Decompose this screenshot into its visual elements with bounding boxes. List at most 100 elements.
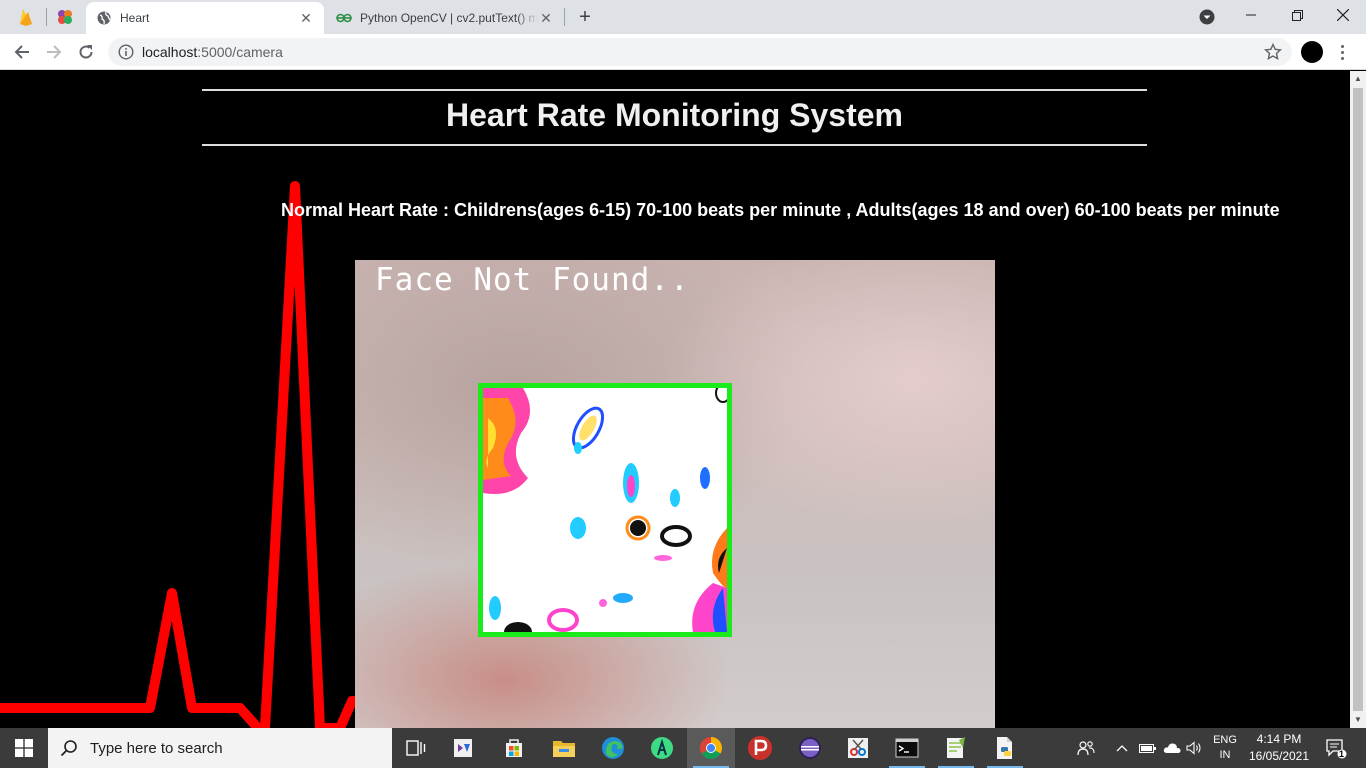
url-path: :5000/camera [197,44,283,60]
edge-icon [602,737,624,759]
speaker-icon [1186,741,1201,755]
task-view-button[interactable] [392,728,440,768]
taskbar-search[interactable]: Type here to search [48,728,392,768]
region-code: IN [1219,749,1231,761]
start-button[interactable] [0,728,48,768]
snipping-tool-icon [848,738,868,758]
clock-date: 16/05/2021 [1248,749,1310,763]
task-view-icon [406,740,426,756]
notepad-plus-icon [947,737,965,758]
taskbar-app-python[interactable] [981,728,1029,768]
battery-button[interactable] [1137,728,1159,768]
clock-time: 4:14 PM [1256,732,1302,746]
url-host: localhost [142,44,198,60]
normal-heart-rate-text: Normal Heart Rate : Childrens(ages 6-15)… [281,200,1280,220]
action-center-button[interactable]: 1 [1318,728,1354,768]
terminal-icon [895,738,919,758]
windows-logo-icon [15,739,33,757]
eclipse-icon [799,737,821,759]
store-icon [506,739,522,757]
taskbar-app-eclipse[interactable] [786,728,834,768]
minimize-icon [1246,14,1256,16]
tab-separator [564,8,565,26]
language-indicator[interactable]: ENG IN [1208,728,1242,768]
gfg-icon [336,10,352,26]
volume-button[interactable] [1184,728,1206,768]
roi-box [478,383,732,637]
chrome-icon [700,737,722,759]
windows-taskbar: Type here to search ENG IN 4:14 PM 16/05… [0,728,1366,768]
taskbar-app-edge[interactable] [589,728,637,768]
scroll-down-icon[interactable]: ▼ [1354,715,1362,724]
firebase-icon [20,9,32,26]
visual-studio-icon [454,739,472,757]
new-tab-button[interactable]: + [573,5,597,29]
cloud-icon [1163,743,1181,753]
clock[interactable]: 4:14 PM 16/05/2021 [1244,728,1314,768]
pinned-tab-firebase[interactable] [8,4,44,30]
android-studio-icon [651,737,673,759]
people-icon [1077,741,1095,756]
taskbar-app-android-studio[interactable] [638,728,686,768]
folder-icon [553,741,575,757]
app-icon [58,10,72,24]
tab-close-icon[interactable]: ✕ [538,10,554,26]
info-icon[interactable] [118,44,134,60]
forward-icon [47,45,62,59]
page-viewport: Heart Rate Monitoring System Normal Hear… [0,71,1350,728]
search-placeholder: Type here to search [90,739,223,757]
browser-toolbar: localhost:5000/camera [0,34,1366,70]
restore-icon [1291,9,1303,21]
pencil-icon [748,736,772,760]
battery-icon [1139,744,1156,753]
tab-strip: Heart ✕ Python OpenCV | cv2.putText() m … [0,0,1366,34]
search-icon [60,740,77,757]
pinned-tab-app[interactable] [47,4,83,30]
python-file-icon [997,737,1012,759]
taskbar-app-terminal[interactable] [883,728,931,768]
taskbar-app-postman[interactable] [736,728,784,768]
tab-opencv[interactable]: Python OpenCV | cv2.putText() m ✕ [326,2,564,34]
star-icon[interactable] [1264,43,1282,61]
tab-search-button[interactable] [1197,7,1217,27]
url-text[interactable]: localhost:5000/camera [142,44,283,60]
chevron-up-icon [1116,745,1128,752]
reload-icon [79,45,93,59]
tab-heart[interactable]: Heart ✕ [86,2,324,34]
camera-feed: Face Not Found.. [355,260,995,728]
back-icon [14,45,29,59]
forward-button[interactable] [40,38,68,66]
taskbar-app-visual-studio[interactable] [440,728,488,768]
title-rule-top [202,89,1147,91]
page-title: Heart Rate Monitoring System [446,97,903,133]
taskbar-app-chrome[interactable] [687,728,735,768]
tab-title: Python OpenCV | cv2.putText() m [360,11,538,25]
language-code: ENG [1213,734,1237,746]
back-button[interactable] [8,38,36,66]
notification-count: 1 [1339,749,1345,759]
reload-button[interactable] [72,38,100,66]
scrollbar-thumb[interactable] [1353,88,1363,711]
restore-button[interactable] [1274,0,1320,30]
menu-icon[interactable] [1334,40,1350,64]
taskbar-app-snipping[interactable] [834,728,882,768]
onedrive-button[interactable] [1161,728,1183,768]
taskbar-app-explorer[interactable] [540,728,588,768]
roi-heatmap [483,388,727,632]
profile-avatar[interactable] [1301,41,1323,63]
tab-title: Heart [120,11,150,25]
close-window-button[interactable] [1320,0,1366,30]
minimize-button[interactable] [1228,0,1274,30]
show-hidden-icons-button[interactable] [1112,728,1132,768]
close-icon [1337,9,1349,21]
people-button[interactable] [1074,728,1098,768]
taskbar-app-notepad[interactable] [932,728,980,768]
chevron-down-icon [1199,9,1215,25]
title-rule-bottom [202,144,1147,146]
globe-icon [96,10,112,26]
vertical-scrollbar[interactable]: ▲ ▼ [1350,71,1366,728]
scroll-up-icon[interactable]: ▲ [1354,74,1362,83]
tab-close-icon[interactable]: ✕ [298,10,314,26]
taskbar-app-store[interactable] [490,728,538,768]
address-bar[interactable]: localhost:5000/camera [108,38,1292,66]
